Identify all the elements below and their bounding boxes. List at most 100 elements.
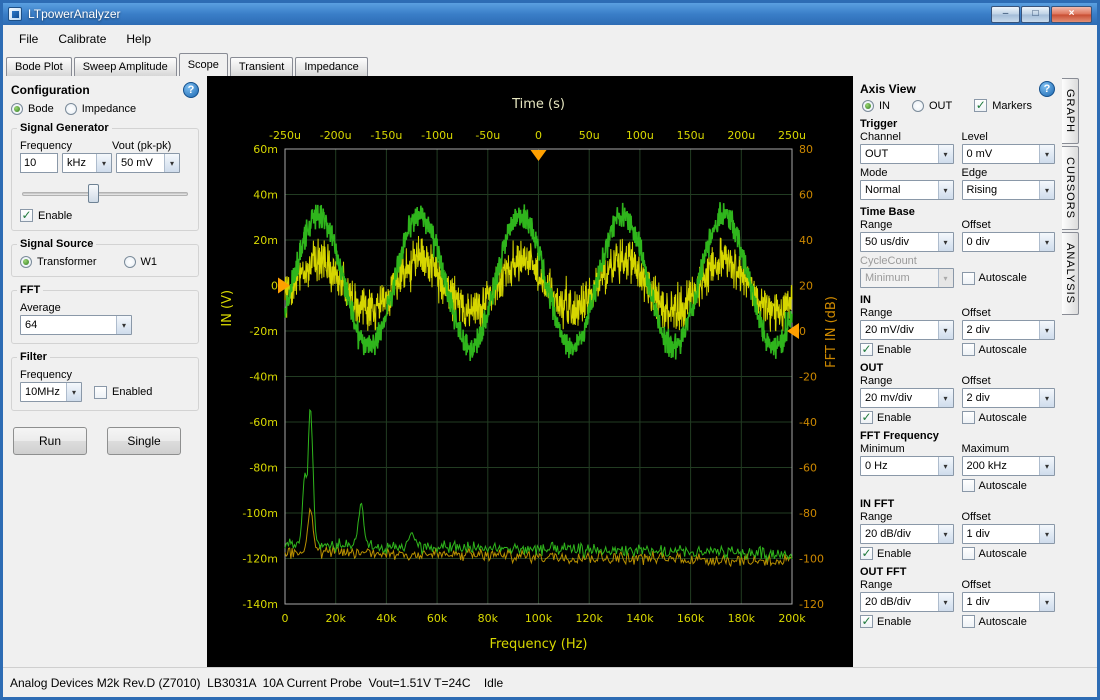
slider-thumb[interactable]	[88, 184, 99, 203]
side-tab-analysis[interactable]: ANALYSIS	[1062, 232, 1079, 315]
out-enable-checkbox[interactable]	[860, 411, 873, 424]
tab-scope[interactable]: Scope	[179, 53, 228, 76]
bode-radio[interactable]	[11, 103, 23, 115]
out-offset-combo[interactable]: 2 div ▾	[962, 388, 1056, 408]
svg-text:-140m: -140m	[242, 598, 278, 611]
in-fft-autoscale-label: Autoscale	[979, 548, 1027, 560]
menu-help[interactable]: Help	[116, 27, 161, 51]
frequency-unit-combo[interactable]: kHz ▾	[62, 153, 112, 173]
axis-view-panel: Axis View ? IN OUT Markers Trigger Chann…	[853, 76, 1062, 667]
in-fft-offset-combo[interactable]: 1 div ▾	[962, 524, 1056, 544]
in-range-label: Range	[860, 307, 954, 319]
timebase-autoscale-checkbox[interactable]	[962, 272, 975, 285]
chevron-down-icon: ▾	[938, 389, 953, 407]
fft-min-combo[interactable]: 0 Hz ▾	[860, 456, 954, 476]
configuration-title: Configuration	[11, 83, 90, 97]
in-fft-range-combo[interactable]: 20 dB/div ▾	[860, 524, 954, 544]
filter-frequency-label: Frequency	[20, 369, 190, 381]
title-bar[interactable]: LTpowerAnalyzer – □ ×	[3, 3, 1097, 25]
timebase-range-combo[interactable]: 50 us/div ▾	[860, 232, 954, 252]
window-controls: – □ ×	[991, 6, 1092, 23]
side-tab-graph[interactable]: GRAPH	[1062, 78, 1079, 144]
svg-text:-100m: -100m	[242, 507, 278, 520]
svg-text:50u: 50u	[579, 129, 600, 142]
tab-impedance[interactable]: Impedance	[295, 57, 367, 76]
chevron-down-icon: ▾	[938, 233, 953, 251]
fft-maximum-label: Maximum	[962, 443, 1056, 455]
help-icon[interactable]: ?	[183, 82, 199, 98]
in-autoscale-checkbox[interactable]	[962, 343, 975, 356]
tab-bode-plot[interactable]: Bode Plot	[6, 57, 72, 76]
in-fft-autoscale-checkbox[interactable]	[962, 547, 975, 560]
in-radio[interactable]	[862, 100, 874, 112]
vout-combo[interactable]: 50 mV ▾	[116, 153, 180, 173]
trigger-level-combo[interactable]: 0 mV ▾	[962, 144, 1056, 164]
single-button[interactable]: Single	[107, 427, 181, 455]
maximize-button[interactable]: □	[1021, 6, 1050, 23]
chevron-down-icon: ▾	[938, 181, 953, 199]
side-tab-bar: GRAPH CURSORS ANALYSIS	[1062, 76, 1097, 667]
in-range-combo[interactable]: 20 mV/div ▾	[860, 320, 954, 340]
frequency-unit-value: kHz	[63, 154, 96, 172]
out-autoscale-checkbox[interactable]	[962, 411, 975, 424]
out-range-label: Range	[860, 375, 954, 387]
svg-text:-100u: -100u	[421, 129, 453, 142]
markers-checkbox[interactable]	[974, 99, 987, 112]
out-range-combo[interactable]: 20 mv/div ▾	[860, 388, 954, 408]
trigger-channel-combo[interactable]: OUT ▾	[860, 144, 954, 164]
fft-autoscale-checkbox[interactable]	[962, 479, 975, 492]
fft-average-label: Average	[20, 302, 190, 314]
timebase-offset-combo[interactable]: 0 div ▾	[962, 232, 1056, 252]
chevron-down-icon: ▾	[938, 145, 953, 163]
fft-group: FFT Average 64 ▾	[11, 290, 199, 344]
chevron-down-icon: ▾	[96, 154, 111, 172]
frequency-input[interactable]	[20, 153, 58, 173]
fft-average-combo[interactable]: 64 ▾	[20, 315, 132, 335]
out-enable-label: Enable	[877, 412, 911, 424]
svg-text:180k: 180k	[728, 612, 756, 625]
out-radio[interactable]	[912, 100, 924, 112]
main-area: Configuration ? Bode Impedance Signal Ge…	[3, 76, 1097, 667]
trigger-mode-combo[interactable]: Normal ▾	[860, 180, 954, 200]
out-radio-label: OUT	[929, 100, 952, 112]
tab-bar: Bode Plot Sweep Amplitude Scope Transien…	[3, 53, 1097, 76]
svg-text:-50u: -50u	[475, 129, 500, 142]
filter-enabled-checkbox[interactable]	[94, 386, 107, 399]
in-enable-checkbox[interactable]	[860, 343, 873, 356]
fft-max-combo[interactable]: 200 kHz ▾	[962, 456, 1056, 476]
trigger-edge-combo[interactable]: Rising ▾	[962, 180, 1056, 200]
tab-transient[interactable]: Transient	[230, 57, 293, 76]
signal-enable-checkbox[interactable]	[20, 209, 33, 222]
out-fft-enable-checkbox[interactable]	[860, 615, 873, 628]
out-fft-autoscale-checkbox[interactable]	[962, 615, 975, 628]
help-icon[interactable]: ?	[1039, 81, 1055, 97]
chevron-down-icon: ▾	[1039, 525, 1054, 543]
svg-text:0: 0	[271, 280, 278, 293]
run-button[interactable]: Run	[13, 427, 87, 455]
filter-frequency-combo[interactable]: 10MHz ▾	[20, 382, 82, 402]
side-tab-cursors[interactable]: CURSORS	[1062, 146, 1079, 230]
time-zero-marker[interactable]	[531, 150, 547, 161]
out-fft-range-combo[interactable]: 20 dB/div ▾	[860, 592, 954, 612]
in-offset-combo[interactable]: 2 div ▾	[962, 320, 1056, 340]
signal-source-title: Signal Source	[17, 238, 96, 250]
menu-bar: File Calibrate Help	[3, 25, 1097, 53]
fft-title: FFT	[17, 284, 43, 296]
trigger-level-value: 0 mV	[963, 145, 1040, 163]
trigger-edge-value: Rising	[963, 181, 1040, 199]
svg-text:40k: 40k	[376, 612, 397, 625]
close-button[interactable]: ×	[1051, 6, 1092, 23]
transformer-radio[interactable]	[20, 256, 32, 268]
svg-text:140k: 140k	[626, 612, 654, 625]
menu-file[interactable]: File	[9, 27, 48, 51]
in-fft-range-label: Range	[860, 511, 954, 523]
out-fft-offset-combo[interactable]: 1 div ▾	[962, 592, 1056, 612]
frequency-slider[interactable]	[22, 183, 188, 205]
impedance-radio[interactable]	[65, 103, 77, 115]
minimize-button[interactable]: –	[991, 6, 1020, 23]
w1-radio[interactable]	[124, 256, 136, 268]
tab-sweep-amplitude[interactable]: Sweep Amplitude	[74, 57, 177, 76]
menu-calibrate[interactable]: Calibrate	[48, 27, 116, 51]
scope-plot[interactable]: -250u-200u-150u-100u-50u050u100u150u200u…	[207, 76, 853, 667]
in-fft-enable-checkbox[interactable]	[860, 547, 873, 560]
